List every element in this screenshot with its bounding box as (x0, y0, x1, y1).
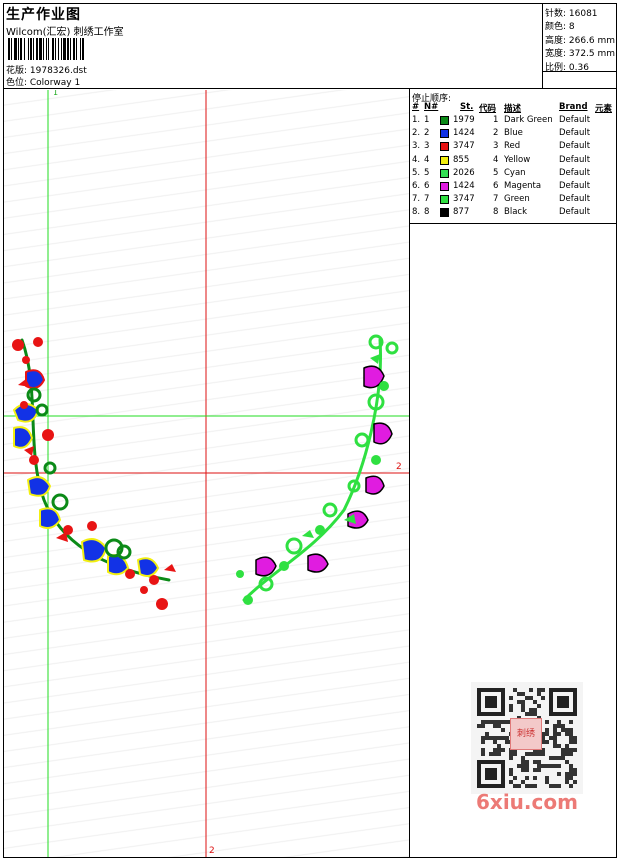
design-canvas[interactable]: 1 2 2 (4, 90, 409, 857)
legend-row: 6. 6 1424 6 Magenta Default (410, 181, 617, 194)
row-brand: Default (559, 128, 591, 139)
row-description: Red (504, 141, 521, 152)
row-description: Black (504, 207, 527, 218)
colorway-label: 色位: Colorway 1 (6, 78, 81, 88)
row-index: 1. (412, 115, 421, 125)
col-header-hash: # (412, 102, 420, 112)
col-header-num: N# (424, 102, 439, 112)
legend-row: 7. 7 3747 7 Green Default (410, 194, 617, 207)
color-swatch (440, 142, 449, 152)
row-brand: Default (559, 154, 591, 165)
qr-center-logo: 刺绣 (510, 718, 542, 750)
row-needle: 7 (424, 194, 430, 205)
col-header-element: 元素 (595, 104, 613, 114)
color-swatch (440, 116, 449, 125)
stop-sequence-table: 停止顺序: # N# St. 代码 描述 Brand 元素 1. 1 1979 1 Da… (410, 90, 617, 224)
legend-row: 5. 5 2026 5 Cyan Default (410, 168, 617, 181)
row-description: Green (504, 194, 530, 205)
stats-divider (542, 71, 617, 72)
row-description: Dark Green (504, 115, 553, 125)
row-index: 6. (412, 181, 421, 191)
design-width: 宽度: 372.5 mm (545, 49, 616, 59)
row-brand: Default (559, 194, 591, 205)
row-brand: Default (559, 181, 591, 191)
row-brand: Default (559, 141, 591, 152)
color-swatch (440, 168, 449, 178)
row-brand: Default (559, 167, 591, 178)
row-code: 7 (493, 194, 499, 205)
guide-label-vertical-green: 1 (53, 90, 59, 97)
row-needle: 2 (424, 128, 430, 139)
barcode-icon (8, 38, 84, 60)
row-description: Yellow (504, 154, 531, 165)
row-stitches: 2026 (453, 167, 475, 178)
row-needle: 3 (424, 141, 430, 152)
guide-label-horizontal-red: 2 (396, 462, 402, 472)
legend-row: 2. 2 1424 2 Blue Default (410, 128, 617, 141)
legend-row: 1. 1 1979 1 Dark Green Default (410, 115, 617, 128)
col-header-brand: Brand (559, 102, 588, 112)
row-description: Cyan (504, 167, 526, 178)
stitch-count: 针数: 16081 (545, 9, 598, 19)
color-count: 颜色: 8 (545, 22, 575, 32)
legend-row: 3. 3 3747 3 Red Default (410, 141, 617, 154)
row-brand: Default (559, 207, 591, 218)
row-needle: 5 (424, 167, 430, 178)
right-embroidery-motif (236, 334, 399, 605)
row-brand: Default (559, 115, 591, 125)
row-stitches: 3747 (453, 194, 475, 205)
legend-row: 4. 4 855 4 Yellow Default (410, 155, 617, 168)
row-stitches: 1424 (453, 181, 475, 191)
row-index: 8. (412, 207, 421, 218)
row-code: 4 (493, 154, 499, 165)
color-swatch (440, 208, 449, 218)
row-needle: 8 (424, 207, 430, 218)
row-code: 6 (493, 181, 499, 191)
row-code: 2 (493, 128, 499, 139)
watermark-text: 6xiu.com (476, 790, 578, 814)
stats-panel: 针数: 16081 颜色: 8 高度: 266.6 mm 宽度: 372.5 m… (542, 3, 617, 89)
guide-label-vertical-red: 2 (209, 846, 215, 856)
color-swatch (440, 195, 449, 205)
row-code: 5 (493, 167, 499, 178)
row-stitches: 877 (453, 207, 470, 218)
row-description: Blue (504, 128, 523, 139)
color-swatch (440, 182, 449, 191)
row-code: 8 (493, 207, 499, 218)
row-index: 3. (412, 141, 421, 152)
row-stitches: 3747 (453, 141, 475, 152)
design-height: 高度: 266.6 mm (545, 36, 616, 46)
row-needle: 1 (424, 115, 430, 125)
row-stitches: 1424 (453, 128, 475, 139)
row-description: Magenta (504, 181, 542, 191)
page-subtitle: Wilcom(汇宏) 刺绣工作室 (6, 27, 124, 38)
row-stitches: 1979 (453, 115, 475, 125)
row-code: 3 (493, 141, 499, 152)
row-index: 2. (412, 128, 421, 139)
col-header-stitches: St. (460, 102, 474, 112)
col-header-description: 描述 (504, 104, 522, 114)
col-header-code: 代码 (479, 104, 497, 114)
row-index: 5. (412, 167, 421, 178)
row-code: 1 (493, 115, 499, 125)
row-needle: 4 (424, 154, 430, 165)
row-index: 7. (412, 194, 421, 205)
embroidery-preview (4, 90, 409, 857)
row-index: 4. (412, 154, 421, 165)
legend-row: 8. 8 877 8 Black Default (410, 207, 617, 220)
row-needle: 6 (424, 181, 430, 191)
color-swatch (440, 129, 449, 139)
color-swatch (440, 155, 449, 165)
row-stitches: 855 (453, 154, 470, 165)
page-title: 生产作业图 (6, 7, 81, 23)
